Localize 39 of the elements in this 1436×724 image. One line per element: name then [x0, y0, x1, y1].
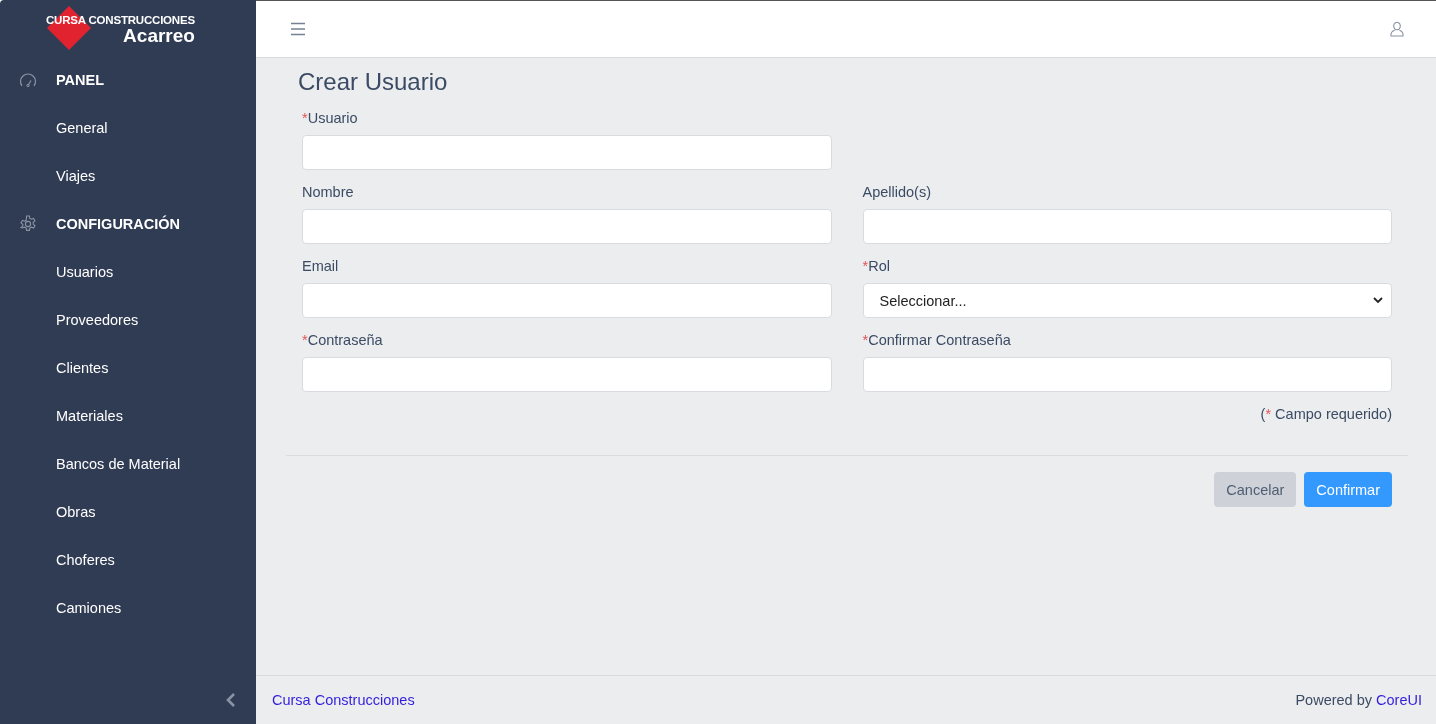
input-field[interactable]: [302, 209, 832, 244]
menu-icon[interactable]: [288, 20, 308, 38]
input-field[interactable]: [302, 283, 832, 318]
sidebar-item[interactable]: Usuarios: [0, 248, 256, 296]
sidebar-item[interactable]: Materiales: [0, 392, 256, 440]
required-field-note: (* Campo requerido): [1259, 406, 1392, 422]
sidebar-item[interactable]: General: [0, 104, 256, 152]
sidebar-item[interactable]: Bancos de Material: [0, 440, 256, 488]
input-field[interactable]: [862, 209, 1392, 244]
input-field[interactable]: [302, 135, 832, 170]
field-label: *Contraseña: [302, 332, 384, 348]
collapse-sidebar-button[interactable]: [224, 691, 238, 709]
role-select[interactable]: Seleccionar...: [862, 283, 1392, 318]
password-field[interactable]: [862, 357, 1392, 392]
field-label: Email: [302, 258, 340, 274]
sidebar-item[interactable]: Obras: [0, 488, 256, 536]
sidebar-item[interactable]: Proveedores: [0, 296, 256, 344]
user-icon[interactable]: [1388, 19, 1406, 39]
field-label: Nombre: [302, 184, 355, 200]
field-label: *Rol: [862, 258, 891, 274]
sidebar-item[interactable]: Clientes: [0, 344, 256, 392]
field-label: Apellido(s): [862, 184, 932, 200]
field-label: *Usuario: [302, 110, 359, 126]
password-field[interactable]: [302, 357, 832, 392]
coreui-link[interactable]: CoreUI: [1376, 692, 1422, 708]
logo-product-text: Acarreo: [123, 26, 195, 46]
cancel-button[interactable]: Cancelar: [1214, 472, 1297, 507]
caret-icon: [1373, 297, 1383, 304]
sidebar-item[interactable]: Choferes: [0, 536, 256, 584]
nav-section-title[interactable]: PANEL: [56, 72, 105, 88]
sidebar-item[interactable]: Camiones: [0, 584, 256, 632]
footer-link[interactable]: Cursa Construcciones: [272, 692, 415, 708]
sidebar-item[interactable]: Viajes: [0, 152, 256, 200]
powered-by-text: Powered by: [1295, 692, 1373, 708]
gauge-icon: [19, 72, 37, 88]
gear-icon: [19, 215, 37, 233]
field-label: *Confirmar Contraseña: [862, 332, 1012, 348]
nav-section-title[interactable]: CONFIGURACIÓN: [56, 216, 181, 232]
page-title: Crear Usuario: [298, 68, 449, 96]
